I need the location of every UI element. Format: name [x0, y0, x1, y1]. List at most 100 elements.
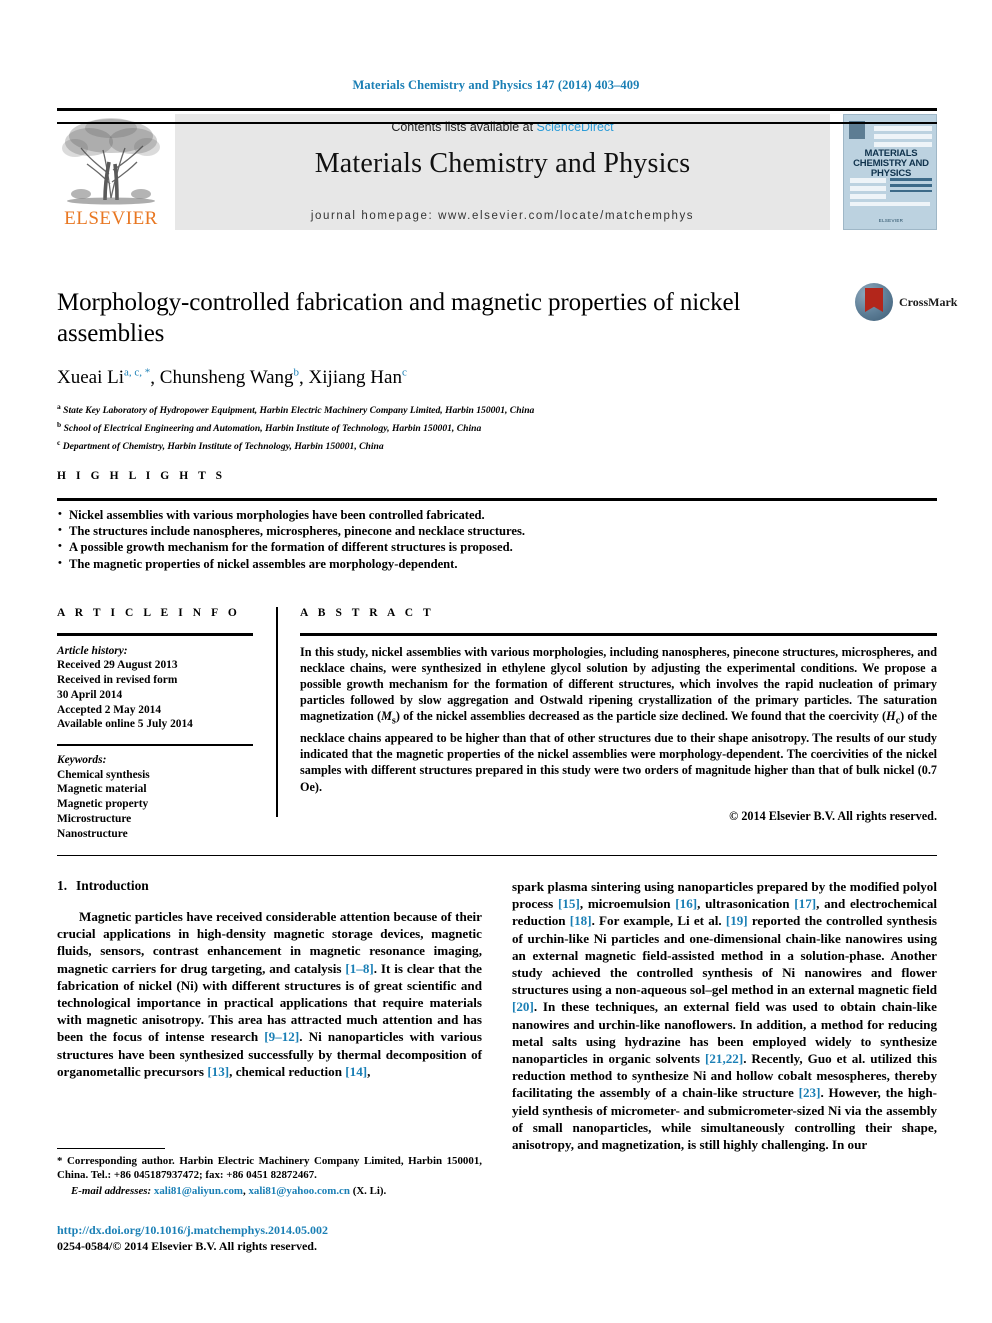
author-name: Chunsheng Wang	[159, 367, 294, 389]
journal-title: Materials Chemistry and Physics	[314, 148, 691, 179]
list-item: The magnetic properties of nickel assemb…	[57, 555, 937, 572]
citation-ref[interactable]: [9–12]	[264, 1029, 299, 1044]
footnote-block: * Corresponding author. Harbin Electric …	[57, 1148, 482, 1198]
citation-ref[interactable]: [1–8]	[345, 961, 373, 976]
cover-elsevier-mark	[849, 121, 865, 139]
email-label: E-mail addresses:	[71, 1185, 152, 1198]
abstract-text: In this study, nickel assemblies with va…	[300, 644, 937, 794]
list-item: The structures include nanospheres, micr…	[57, 522, 937, 539]
highlights-section: H I G H L I G H T S Nickel assemblies wi…	[57, 470, 937, 572]
article-history-label: Article history:	[57, 644, 128, 657]
email-owner: (X. Li).	[352, 1185, 387, 1198]
keywords-rule	[57, 744, 253, 746]
elsevier-wordmark: ELSEVIER	[64, 208, 158, 229]
section-title: Introduction	[76, 878, 149, 893]
journal-cover-thumbnail: MATERIALS CHEMISTRY AND PHYSICS ELSEVIER	[843, 114, 937, 230]
body-column-left: 1. Introduction Magnetic particles have r…	[57, 878, 482, 1080]
keywords-block: Keywords: Chemical synthesis Magnetic ma…	[57, 753, 253, 842]
keywords-label: Keywords:	[57, 753, 107, 766]
journal-homepage[interactable]: journal homepage: www.elsevier.com/locat…	[175, 210, 830, 222]
info-abstract-divider	[276, 607, 278, 817]
keyword-item: Magnetic material	[57, 783, 147, 796]
affiliation-item: a State Key Laboratory of Hydropower Equ…	[57, 400, 847, 418]
cover-footer: ELSEVIER	[878, 218, 904, 223]
article-history-block: Article history: Received 29 August 2013…	[57, 644, 253, 733]
keyword-item: Magnetic property	[57, 798, 149, 811]
crossmark-label: CrossMark	[899, 295, 958, 309]
history-item: 30 April 2014	[57, 688, 123, 701]
keyword-item: Nanostructure	[57, 827, 128, 840]
citation-ref[interactable]: [18]	[570, 913, 592, 928]
email-note: E-mail addresses: xali81@aliyun.com, xal…	[57, 1184, 482, 1198]
affiliation-text: School of Electrical Engineering and Aut…	[63, 423, 482, 435]
author-affil-marker: c	[401, 367, 407, 379]
page-title: Morphology-controlled fabrication and ma…	[57, 289, 741, 347]
affiliation-list: a State Key Laboratory of Hydropower Equ…	[57, 400, 847, 453]
section-heading-introduction: 1. Introduction	[57, 878, 482, 894]
paragraph: Magnetic particles have received conside…	[57, 909, 482, 1079]
keyword-item: Microstructure	[57, 813, 132, 826]
author-name: Xijiang Han	[308, 367, 402, 389]
body-column-right: spark plasma sintering using nanoparticl…	[512, 878, 937, 1153]
citation-ref[interactable]: [21,22]	[705, 1051, 743, 1066]
abstract-label: A B S T R A C T	[300, 607, 435, 619]
title-block: Morphology-controlled fabrication and ma…	[57, 287, 847, 453]
keyword-item: Chemical synthesis	[57, 768, 150, 781]
doi-block: http://dx.doi.org/10.1016/j.matchemphys.…	[57, 1222, 487, 1254]
abstract-rule	[300, 633, 937, 636]
list-item: Nickel assemblies with various morpholog…	[57, 505, 937, 523]
article-info-rule	[57, 633, 253, 636]
affiliation-item: c Department of Chemistry, Harbin Instit…	[57, 436, 847, 454]
journal-header: ELSEVIER Contents lists available at Sci…	[57, 108, 937, 230]
header-bottom-rule	[57, 122, 937, 124]
email-link-2[interactable]: xali81@yahoo.com.cn	[248, 1185, 350, 1197]
section-number: 1.	[57, 878, 68, 893]
doi-link[interactable]: http://dx.doi.org/10.1016/j.matchemphys.…	[57, 1222, 487, 1238]
history-item: Available online 5 July 2014	[57, 718, 193, 731]
author-name: Xueai Li	[57, 367, 125, 389]
author-entry: Xijiang Hanc	[309, 367, 407, 388]
header-top-rule	[57, 108, 937, 111]
crossmark-icon	[855, 283, 893, 321]
citation-ref[interactable]: [17]	[794, 896, 816, 911]
citation-ref[interactable]: [23]	[799, 1085, 821, 1100]
abstract-copyright: © 2014 Elsevier B.V. All rights reserved…	[729, 808, 937, 823]
citation-ref[interactable]: [19]	[726, 913, 748, 928]
citation-ref[interactable]: [20]	[512, 999, 534, 1014]
email-link-1[interactable]: xali81@aliyun.com	[154, 1185, 243, 1197]
highlights-rule	[57, 498, 937, 501]
history-item: Accepted 2 May 2014	[57, 703, 162, 716]
affiliation-item: b School of Electrical Engineering and A…	[57, 418, 847, 436]
abstract-section: A B S T R A C T In this study, nickel as…	[300, 607, 937, 824]
author-sep: ,	[299, 367, 309, 389]
list-item: A possible growth mechanism for the form…	[57, 538, 937, 555]
affiliation-text: Department of Chemistry, Harbin Institut…	[62, 440, 384, 452]
highlights-list: Nickel assemblies with various morpholog…	[57, 505, 937, 573]
corresponding-author-note: * Corresponding author. Harbin Electric …	[57, 1155, 482, 1182]
author-list: Xueai Lia, c, *, Chunsheng Wangb, Xijian…	[57, 367, 847, 389]
elsevier-logo: ELSEVIER	[57, 114, 165, 230]
crossmark-badge[interactable]: CrossMark	[855, 283, 957, 321]
footnote-rule	[57, 1148, 165, 1150]
article-info-section: A R T I C L E I N F O Article history: R…	[57, 607, 253, 842]
paragraph: spark plasma sintering using nanoparticl…	[512, 879, 937, 1153]
affiliation-marker: a	[57, 402, 61, 412]
author-affil-marker: a, c, *	[124, 367, 151, 379]
running-head: Materials Chemistry and Physics 147 (201…	[352, 78, 640, 92]
citation-ref[interactable]: [15]	[558, 896, 580, 911]
author-entry: Xueai Lia, c, *	[57, 367, 150, 388]
history-item: Received 29 August 2013	[57, 659, 178, 672]
author-entry: Chunsheng Wangb	[160, 367, 299, 388]
body-separator-rule	[57, 855, 937, 857]
citation-ref[interactable]: [13]	[207, 1064, 229, 1079]
affiliation-text: State Key Laboratory of Hydropower Equip…	[63, 405, 535, 417]
author-sep: ,	[150, 367, 160, 389]
paper-page: Materials Chemistry and Physics 147 (201…	[0, 0, 992, 1323]
affiliation-marker: c	[57, 437, 61, 447]
affiliation-marker: b	[57, 419, 62, 429]
citation-ref[interactable]: [16]	[675, 896, 697, 911]
highlights-label: H I G H L I G H T S	[57, 470, 226, 482]
issn-copyright-line: 0254-0584/© 2014 Elsevier B.V. All right…	[57, 1239, 317, 1253]
citation-ref[interactable]: [14]	[345, 1064, 367, 1079]
elsevier-tree-icon	[62, 118, 160, 205]
